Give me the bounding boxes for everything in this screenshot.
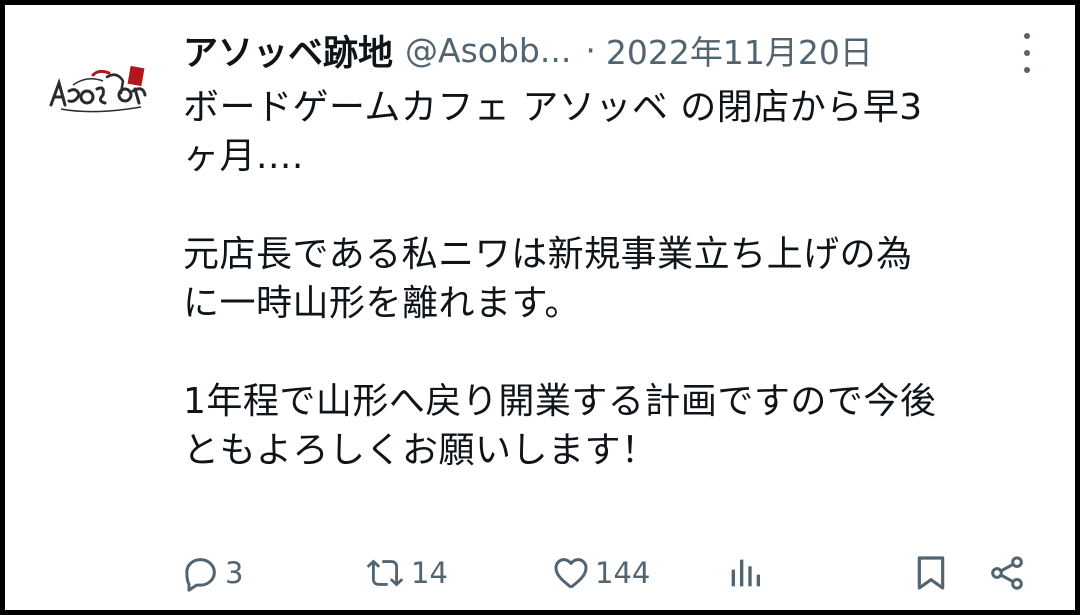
share-button[interactable] bbox=[987, 548, 1027, 598]
retweet-count: 14 bbox=[411, 556, 448, 590]
retweet-icon bbox=[366, 559, 404, 587]
tweet-card: アソッベ跡地 @Asobb... · 2022年11月20日 ボードゲームカフェ… bbox=[0, 0, 1080, 615]
like-button[interactable]: 144 bbox=[551, 548, 650, 598]
tweet-header: アソッベ跡地 @Asobb... · 2022年11月20日 bbox=[183, 23, 873, 77]
more-dot bbox=[1024, 67, 1030, 73]
tweet-line: に一時山形を離れます。 bbox=[183, 283, 581, 324]
reply-button[interactable]: 3 bbox=[181, 548, 243, 598]
tweet-line: 元店長である私ニワは新規事業立ち上げの為 bbox=[183, 234, 913, 275]
tweet-text: ボードゲームカフェ アソッベ の閉店から早3 ヶ月.... 元店長である私ニワは… bbox=[183, 83, 1053, 475]
retweet-button[interactable]: 14 bbox=[365, 548, 448, 598]
action-bar: 3 14 144 bbox=[181, 548, 1041, 598]
heart-icon bbox=[554, 558, 588, 589]
tweet-line: ボードゲームカフェ アソッベ の閉店から早3 bbox=[183, 87, 923, 128]
tweet-line: ともよろしくお願いします！ bbox=[183, 430, 658, 471]
more-options-icon[interactable] bbox=[1015, 33, 1039, 73]
avatar[interactable] bbox=[43, 45, 153, 145]
header-separator: · bbox=[585, 30, 596, 70]
user-handle[interactable]: @Asobb... bbox=[405, 31, 571, 70]
more-dot bbox=[1024, 50, 1030, 56]
tweet-line: 1年程で山形へ戻り開業する計画ですので今後 bbox=[183, 381, 937, 422]
views-button[interactable] bbox=[725, 548, 765, 598]
display-name[interactable]: アソッベ跡地 bbox=[183, 25, 393, 76]
more-dot bbox=[1024, 33, 1030, 39]
tweet-date[interactable]: 2022年11月20日 bbox=[606, 26, 873, 74]
reply-icon bbox=[185, 558, 216, 592]
asobbe-logo-avatar-icon bbox=[49, 65, 147, 113]
views-icon bbox=[731, 559, 760, 587]
bookmark-button[interactable] bbox=[911, 548, 951, 598]
reply-count: 3 bbox=[225, 556, 244, 590]
tweet-line: ヶ月.... bbox=[183, 136, 304, 177]
like-count: 144 bbox=[595, 556, 651, 590]
share-icon bbox=[991, 556, 1023, 590]
bookmark-icon bbox=[917, 556, 945, 590]
